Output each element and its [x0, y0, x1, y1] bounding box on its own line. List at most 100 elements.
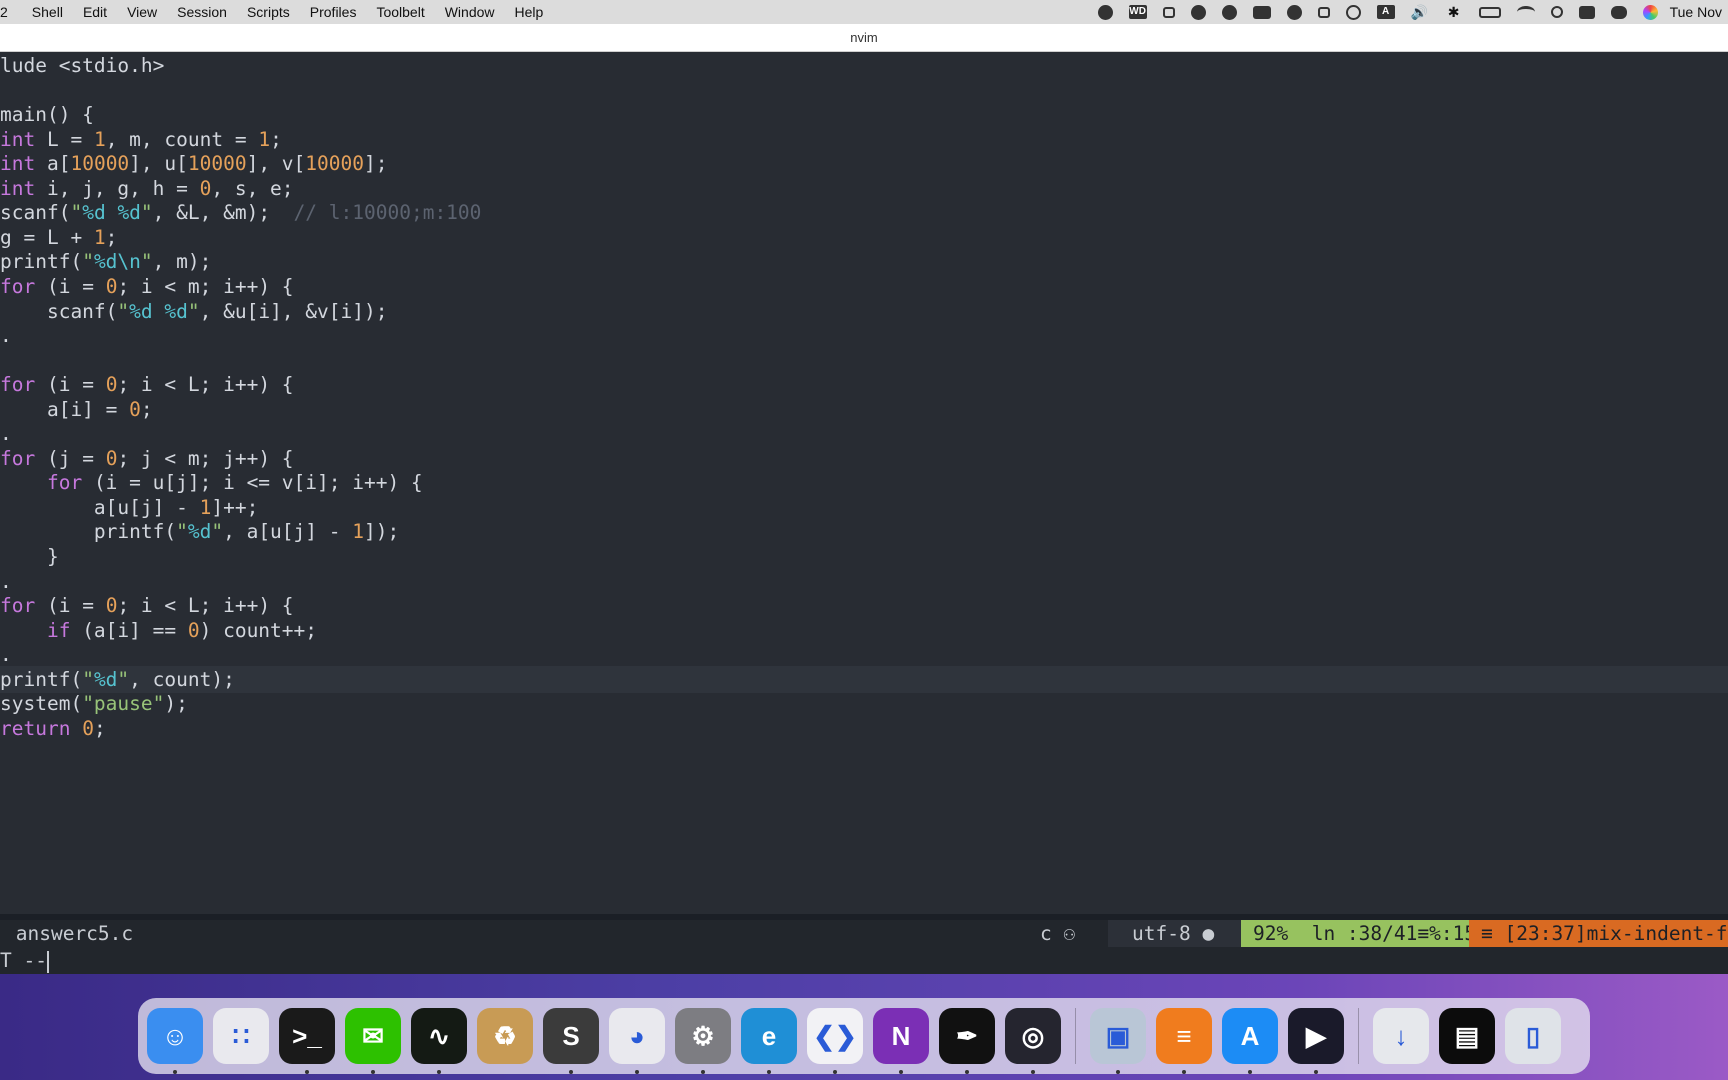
infuse-icon[interactable]: ▶ — [1288, 1008, 1344, 1074]
search-icon[interactable] — [1550, 6, 1563, 18]
edge-icon[interactable]: e — [741, 1008, 797, 1074]
dock-separator — [1358, 1008, 1359, 1064]
square-icon[interactable] — [1317, 6, 1330, 18]
code-line[interactable]: scanf("%d %d", &L, &m); // l:10000;m:100 — [0, 199, 1728, 226]
app-menu-fragment[interactable]: 2 — [0, 4, 8, 20]
menu-shell[interactable]: Shell — [32, 4, 63, 20]
menu-session[interactable]: Session — [177, 4, 227, 20]
running-indicator — [1248, 1070, 1252, 1074]
code-line[interactable]: a[i] = 0; — [0, 396, 1728, 423]
onenote-icon[interactable]: N — [873, 1008, 929, 1074]
code-line[interactable]: scanf("%d %d", &u[i], &v[i]); — [0, 298, 1728, 325]
launchpad-icon[interactable]: ∷ — [213, 1008, 269, 1064]
preview-glyph: ▣ — [1105, 1021, 1131, 1051]
code-line[interactable]: printf("%d", a[u[j] - 1]); — [0, 518, 1728, 545]
obs-glyph: ◎ — [1021, 1021, 1045, 1051]
code-line[interactable]: for (i = 0; i < L; i++) { — [0, 592, 1728, 619]
code-line[interactable]: . — [0, 568, 1728, 595]
menu-window[interactable]: Window — [445, 4, 495, 20]
moon-face-icon[interactable] — [1221, 4, 1237, 20]
running-indicator — [965, 1070, 969, 1074]
system-preferences-icon[interactable]: ⚙ — [675, 1008, 731, 1074]
window-title: nvim — [850, 30, 878, 45]
code-line[interactable]: main() { — [0, 101, 1728, 128]
app-store-icon[interactable]: A — [1222, 1008, 1278, 1074]
downloads-folder-glyph: ↓ — [1394, 1021, 1408, 1051]
activity-monitor-icon[interactable]: ∿ — [411, 1008, 467, 1074]
menu-help[interactable]: Help — [515, 4, 544, 20]
trash-icon[interactable]: ▯ — [1505, 1008, 1561, 1064]
archive-utility-icon[interactable]: ♻ — [477, 1008, 533, 1064]
code-line[interactable]: } — [0, 543, 1728, 570]
code-line[interactable]: printf("%d", count); — [0, 665, 1728, 693]
code-line[interactable]: g = L + 1; — [0, 224, 1728, 251]
wd-drive-icon[interactable]: WD — [1128, 5, 1147, 19]
vscode-icon[interactable]: ❮❯ — [807, 1008, 863, 1074]
code-line[interactable]: system("pause"); — [0, 690, 1728, 717]
qq-glyph: ◕ — [629, 1021, 645, 1051]
code-line[interactable]: for (i = 0; i < L; i++) { — [0, 371, 1728, 398]
siri-icon[interactable] — [1642, 4, 1658, 20]
keyboard-icon[interactable] — [1252, 5, 1271, 19]
status-icons: WD A 🔊 ✱ Tue Nov — [1097, 0, 1722, 24]
running-indicator — [437, 1070, 441, 1074]
code-line[interactable]: int L = 1, m, count = 1; — [0, 126, 1728, 153]
finder-glyph: ☺ — [161, 1021, 189, 1051]
wechat-icon[interactable]: ✉ — [345, 1008, 401, 1074]
play-circle-icon[interactable] — [1345, 4, 1361, 20]
wifi-icon[interactable] — [1516, 6, 1535, 18]
menu-edit[interactable]: Edit — [83, 4, 107, 20]
books-glyph: ≡ — [1176, 1021, 1192, 1051]
screen-capture-icon[interactable] — [1097, 4, 1113, 20]
code-line[interactable]: for (i = 0; i < m; i++) { — [0, 273, 1728, 300]
sublime-text-icon[interactable]: S — [543, 1008, 599, 1074]
code-line[interactable]: return 0; — [0, 715, 1728, 742]
menu-view[interactable]: View — [127, 4, 157, 20]
code-line[interactable] — [0, 77, 1728, 104]
pen-tool-glyph: ✒ — [956, 1021, 978, 1051]
books-icon[interactable]: ≡ — [1156, 1008, 1212, 1074]
trash-glyph: ▯ — [1525, 1021, 1541, 1051]
menu-toolbelt[interactable]: Toolbelt — [376, 4, 424, 20]
vim-command-line[interactable]: T -- — [0, 947, 1728, 974]
status-filetype: c ⚇ — [1040, 920, 1075, 947]
terminal-window-icon[interactable]: ▤ — [1439, 1008, 1495, 1064]
input-a-icon[interactable]: A — [1376, 5, 1395, 19]
code-line[interactable]: if (a[i] == 0) count++; — [0, 617, 1728, 644]
archive-utility-glyph: ♻ — [493, 1021, 517, 1051]
code-editor[interactable]: lude <stdio.h> main() {int L = 1, m, coun… — [0, 52, 1728, 914]
menu-scripts[interactable]: Scripts — [247, 4, 290, 20]
battery-icon[interactable] — [1478, 6, 1501, 18]
code-line[interactable]: . — [0, 322, 1728, 349]
terminal-icon[interactable]: >_ — [279, 1008, 335, 1074]
snowflake-icon[interactable] — [1162, 6, 1175, 18]
menu-profiles[interactable]: Profiles — [310, 4, 357, 20]
window-title-bar[interactable]: nvim — [0, 24, 1728, 52]
code-line[interactable]: for (i = u[j]; i <= v[i]; i++) { — [0, 469, 1728, 496]
downloads-folder-icon[interactable]: ↓ — [1373, 1008, 1429, 1064]
code-line[interactable]: printf("%d\n", m); — [0, 248, 1728, 275]
bell-icon[interactable] — [1286, 4, 1302, 20]
code-line[interactable]: for (j = 0; j < m; j++) { — [0, 445, 1728, 472]
code-line[interactable]: . — [0, 641, 1728, 668]
onenote-glyph: N — [891, 1021, 911, 1051]
code-line[interactable]: lude <stdio.h> — [0, 52, 1728, 79]
code-line[interactable] — [0, 347, 1728, 374]
code-line[interactable]: a[u[j] - 1]++; — [0, 494, 1728, 521]
menubar-clock[interactable]: Tue Nov — [1670, 4, 1722, 20]
code-line[interactable]: . — [0, 420, 1728, 447]
code-line[interactable]: int i, j, g, h = 0, s, e; — [0, 175, 1728, 202]
preview-icon[interactable]: ▣ — [1090, 1008, 1146, 1074]
running-indicator — [635, 1070, 639, 1074]
obs-icon[interactable]: ◎ — [1005, 1008, 1061, 1074]
finder-icon[interactable]: ☺ — [147, 1008, 203, 1074]
menu-bar: 2 Shell Edit View Session Scripts Profil… — [0, 0, 1728, 24]
qq-icon[interactable]: ◕ — [609, 1008, 665, 1074]
keyboard-layout-icon[interactable] — [1578, 5, 1595, 19]
pen-tool-icon[interactable]: ✒ — [939, 1008, 995, 1074]
volume-icon[interactable]: 🔊 — [1411, 5, 1429, 19]
teacup-icon[interactable] — [1190, 4, 1206, 20]
code-line[interactable]: int a[10000], u[10000], v[10000]; — [0, 150, 1728, 177]
bluetooth-icon[interactable]: ✱ — [1445, 5, 1463, 19]
control-center-icon[interactable] — [1610, 5, 1627, 19]
